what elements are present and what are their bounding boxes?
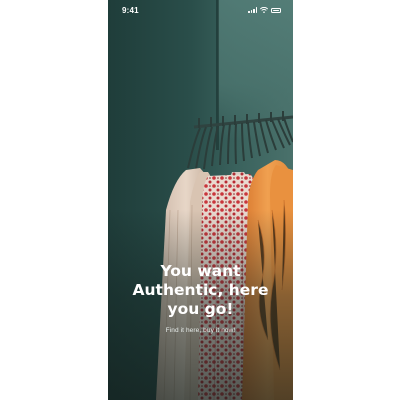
status-time: 9:41 [122, 6, 139, 15]
status-icons [248, 7, 281, 13]
onboarding-headline: You want Authentic, here you go! [132, 262, 269, 318]
status-bar: 9:41 [108, 0, 293, 22]
wifi-icon [260, 7, 268, 13]
onboarding-subtitle: Find it here, buy it now! [165, 327, 236, 334]
onboarding-screen: 9:41 You want Authentic, here you go! Fi… [108, 0, 293, 400]
signal-icon [248, 7, 257, 13]
battery-icon [271, 7, 281, 13]
